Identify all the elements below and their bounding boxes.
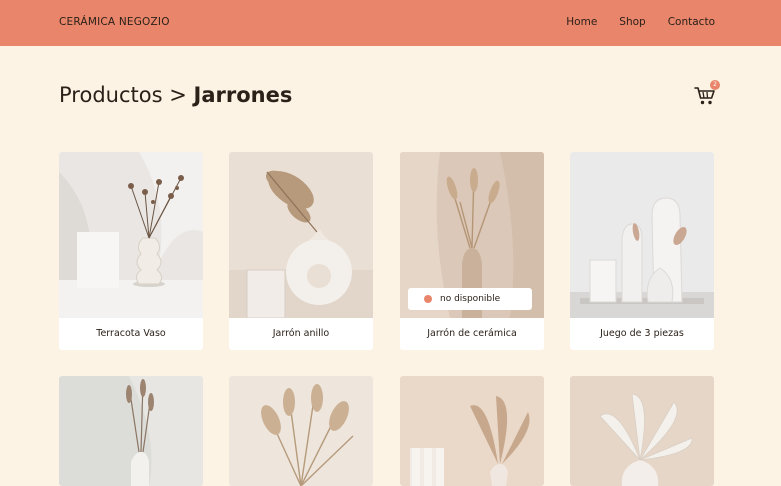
product-card[interactable]: Jarrón anillo [229, 152, 373, 350]
nav-shop-link[interactable]: Shop [619, 16, 645, 28]
nav-home-link[interactable]: Home [566, 16, 597, 28]
product-name: Jarrón anillo [272, 328, 330, 339]
product-name: Jarrón de cerámica [427, 328, 517, 339]
product-card[interactable]: Juego de 3 piezas [570, 152, 714, 350]
breadcrumb-current: Jarrones [193, 83, 293, 107]
product-card[interactable]: no disponible Jarrón de cerámica [400, 152, 544, 350]
top-navbar: CERÁMICA NEGOZIO Home Shop Contacto [0, 0, 781, 46]
status-dot-icon [424, 295, 432, 303]
product-image-jarron-anillo [229, 152, 373, 318]
product-image-terracota-vaso [59, 152, 203, 318]
availability-text: no disponible [440, 294, 501, 304]
product-name: Juego de 3 piezas [600, 328, 684, 339]
availability-badge: no disponible [408, 288, 532, 310]
breadcrumb-parent[interactable]: Productos [59, 83, 163, 107]
product-name: Terracota Vaso [96, 328, 166, 339]
product-image-juego-3-piezas [570, 152, 714, 318]
breadcrumb: Productos > Jarrones [59, 83, 292, 107]
cart-count-badge: 2 [710, 80, 720, 90]
product-card[interactable]: Terracota Vaso [59, 152, 203, 350]
nav-contact-link[interactable]: Contacto [668, 16, 715, 28]
main-nav: Home Shop Contacto [544, 16, 715, 28]
breadcrumb-separator: > [169, 83, 187, 107]
brand-logo[interactable]: CERÁMICA NEGOZIO [59, 16, 170, 28]
